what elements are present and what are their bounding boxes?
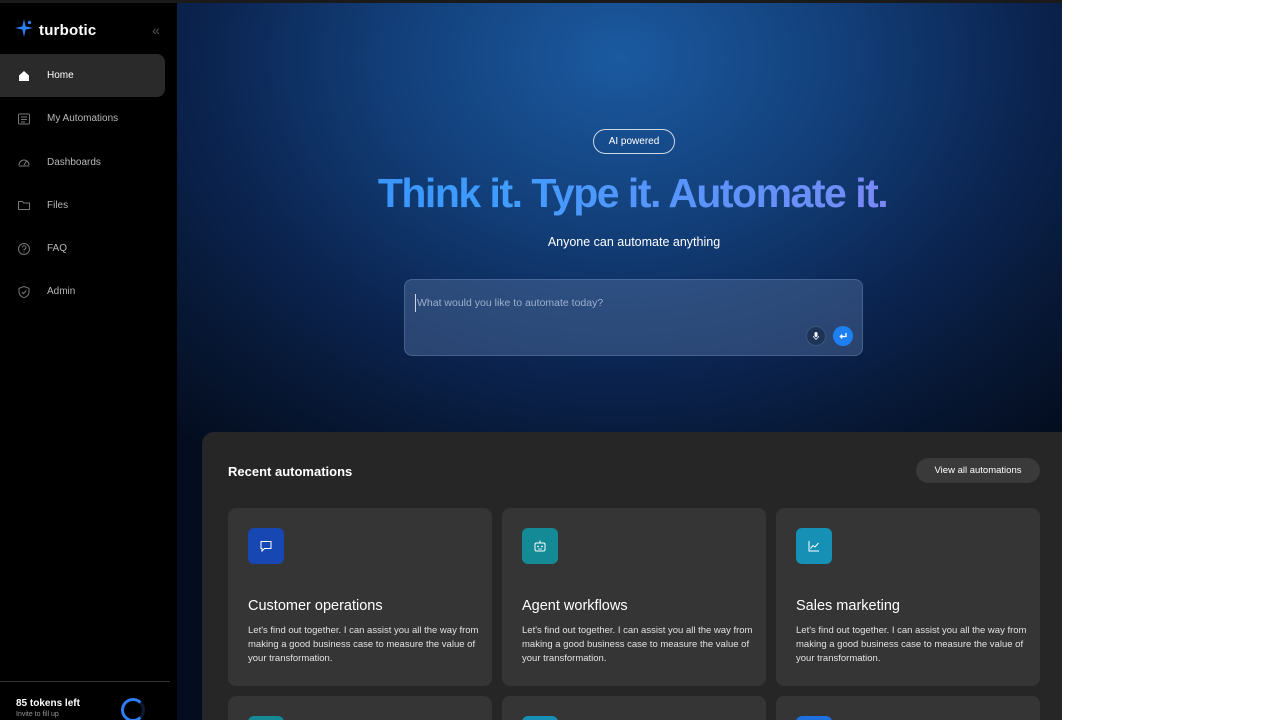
sidebar-item-home[interactable]: Home [0,54,165,97]
question-circle-icon [18,242,30,255]
automation-card-customer-operations[interactable]: Customer operations Let's find out toget… [228,508,492,686]
chart-line-icon [796,528,832,564]
sidebar-item-files[interactable]: Files [0,184,165,227]
automation-prompt-box[interactable] [404,279,863,356]
sidebar-item-label: Admin [47,286,76,298]
turbotic-logo-icon [14,18,34,43]
sidebar-item-label: Home [47,70,74,81]
shield-icon [18,285,30,299]
automation-card-sales-marketing[interactable]: Sales marketing Let's find out together.… [776,508,1040,686]
sidebar-item-admin[interactable]: Admin [0,270,165,313]
card-description: Let's find out together. I can assist yo… [248,625,479,664]
card-description: Let's find out together. I can assist yo… [796,625,1027,664]
automation-prompt-input[interactable] [415,294,835,312]
sidebar-divider [0,681,170,682]
automation-card-partial[interactable] [776,696,1040,720]
tokens-widget[interactable]: 85 tokens left Invite to fill up [16,698,80,718]
automation-card-partial[interactable] [228,696,492,720]
sidebar: turbotic « Home My Automations Dashboard… [0,0,177,720]
card-title: Agent workflows [522,598,628,614]
tokens-count: 85 tokens left [16,698,80,709]
card-description: Let's find out together. I can assist yo… [522,625,753,664]
enter-arrow-icon [839,333,847,339]
card-title: Sales marketing [796,598,900,614]
sidebar-item-label: My Automations [47,113,119,125]
card-icon [796,716,832,720]
chat-bubble-icon [248,528,284,564]
sidebar-nav: Home My Automations Dashboards Files FAQ… [0,54,165,314]
microphone-button[interactable] [806,326,826,346]
send-button[interactable] [833,326,853,346]
sidebar-item-dashboards[interactable]: Dashboards [0,141,165,184]
card-icon [248,716,284,720]
brand-name: turbotic [39,22,97,39]
recent-automations-title: Recent automations [228,464,353,479]
list-icon [18,113,30,125]
tokens-progress-ring-icon [121,698,145,720]
microphone-icon [813,332,819,340]
automation-card-agent-workflows[interactable]: Agent workflows Let's find out together.… [502,508,766,686]
tokens-invite-text: Invite to fill up [16,711,59,718]
sidebar-item-my-automations[interactable]: My Automations [0,97,165,140]
sidebar-item-label: Dashboards [47,156,101,168]
main-content: AI powered Think it. Type it. Automate i… [177,0,1062,720]
sidebar-item-label: FAQ [47,243,68,255]
brand-logo[interactable]: turbotic [14,18,96,43]
top-border [0,0,1062,3]
home-icon [19,70,29,81]
view-all-automations-button[interactable]: View all automations [916,458,1040,483]
sidebar-item-faq[interactable]: FAQ [0,227,165,270]
hero-headline: Think it. Type it. Automate it. [177,170,1062,217]
card-icon [522,716,558,720]
recent-automations-panel: Recent automations View all automations … [202,432,1062,720]
double-chevron-left-icon[interactable]: « [148,22,164,38]
folder-icon [18,201,30,211]
app-window: turbotic « Home My Automations Dashboard… [0,0,1062,720]
sidebar-item-label: Files [47,199,69,211]
card-title: Customer operations [248,598,383,614]
ai-powered-badge: AI powered [593,129,675,154]
automation-card-partial[interactable] [502,696,766,720]
hero-subheadline: Anyone can automate anything [547,235,721,249]
robot-icon [522,528,558,564]
gauge-icon [18,159,30,167]
